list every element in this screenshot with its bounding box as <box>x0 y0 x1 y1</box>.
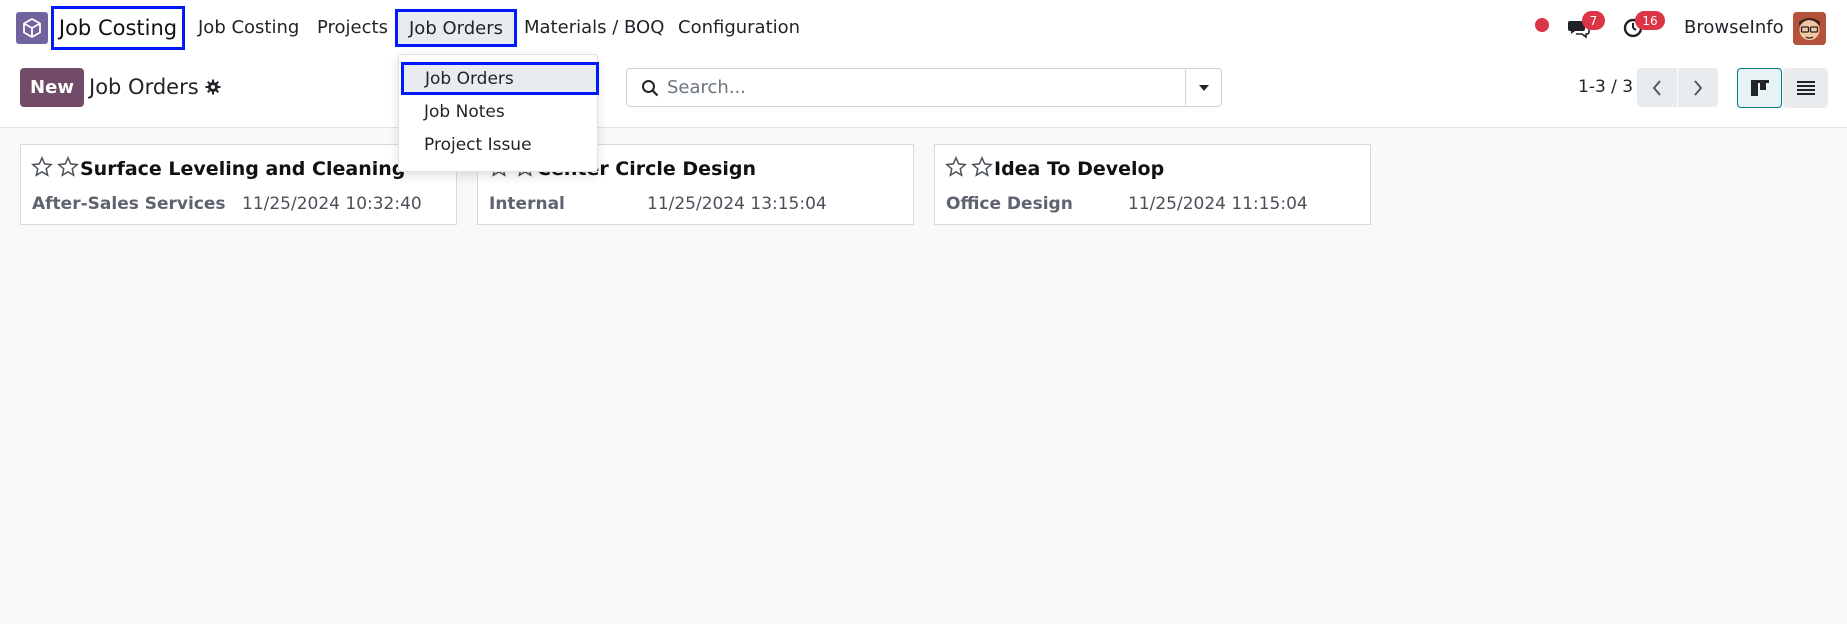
menu-job-costing[interactable]: Job Costing <box>198 17 299 38</box>
dropdown-item-job-notes[interactable]: Job Notes <box>399 96 597 128</box>
activities-badge: 16 <box>1635 11 1665 30</box>
card-project: Internal <box>489 194 565 214</box>
user-avatar[interactable] <box>1793 12 1826 45</box>
menu-projects[interactable]: Projects <box>317 17 388 38</box>
gear-icon[interactable] <box>205 79 221 95</box>
list-icon <box>1796 81 1815 95</box>
menu-job-orders[interactable]: Job Orders <box>395 9 517 47</box>
new-button[interactable]: New <box>20 68 84 107</box>
card-date: 11/25/2024 13:15:04 <box>647 194 827 214</box>
search-input[interactable] <box>667 69 1167 106</box>
kanban-view-button[interactable] <box>1737 68 1782 108</box>
kanban-icon <box>1750 80 1769 96</box>
search-icon <box>642 80 659 97</box>
caret-down-icon <box>1198 84 1209 91</box>
card-title: Idea To Develop <box>994 158 1165 180</box>
card-project: After-Sales Services <box>32 194 226 214</box>
app-brand[interactable]: Job Costing <box>51 6 185 50</box>
star-icon[interactable] <box>57 156 79 178</box>
page-title-text: Job Orders <box>89 75 199 99</box>
page-title: Job Orders <box>89 75 221 99</box>
star-icon[interactable] <box>31 156 53 178</box>
star-icon[interactable] <box>945 156 967 178</box>
top-navbar: Job Costing Job Costing Projects Job Ord… <box>0 0 1847 56</box>
dropdown-item-project-issue[interactable]: Project Issue <box>399 129 597 161</box>
chevron-right-icon <box>1694 79 1703 96</box>
star-icon[interactable] <box>971 156 993 178</box>
pager-value[interactable]: 1-3 / 3 <box>1578 77 1633 97</box>
card-project: Office Design <box>946 194 1073 214</box>
pager-previous-button[interactable] <box>1637 68 1677 107</box>
messages-badge: 7 <box>1582 11 1605 30</box>
kanban-card[interactable]: Surface Leveling and Cleaning After-Sale… <box>20 144 457 225</box>
chevron-left-icon <box>1652 79 1661 96</box>
card-stars <box>945 156 993 178</box>
card-stars <box>31 156 79 178</box>
kanban-card[interactable]: Idea To Develop Office Design 11/25/2024… <box>934 144 1371 225</box>
control-panel: New Job Orders Search... 1-3 / 3 <box>0 56 1847 128</box>
search-options-toggle[interactable] <box>1185 69 1221 106</box>
list-view-button[interactable] <box>1783 68 1828 108</box>
card-title: Surface Leveling and Cleaning <box>80 158 406 180</box>
menu-configuration[interactable]: Configuration <box>678 17 800 38</box>
pager-next-button[interactable] <box>1678 68 1718 107</box>
job-orders-dropdown: Job Orders Job Notes Project Issue <box>398 54 599 172</box>
apps-menu-icon[interactable] <box>16 12 48 44</box>
user-menu-name[interactable]: BrowseInfo <box>1684 17 1784 38</box>
dropdown-item-job-orders[interactable]: Job Orders <box>401 62 599 95</box>
card-date: 11/25/2024 11:15:04 <box>1128 194 1308 214</box>
menu-materials-boq[interactable]: Materials / BOQ <box>524 17 664 38</box>
status-dot[interactable] <box>1535 18 1549 32</box>
search-box <box>626 68 1222 107</box>
card-date: 11/25/2024 10:32:40 <box>242 194 422 214</box>
